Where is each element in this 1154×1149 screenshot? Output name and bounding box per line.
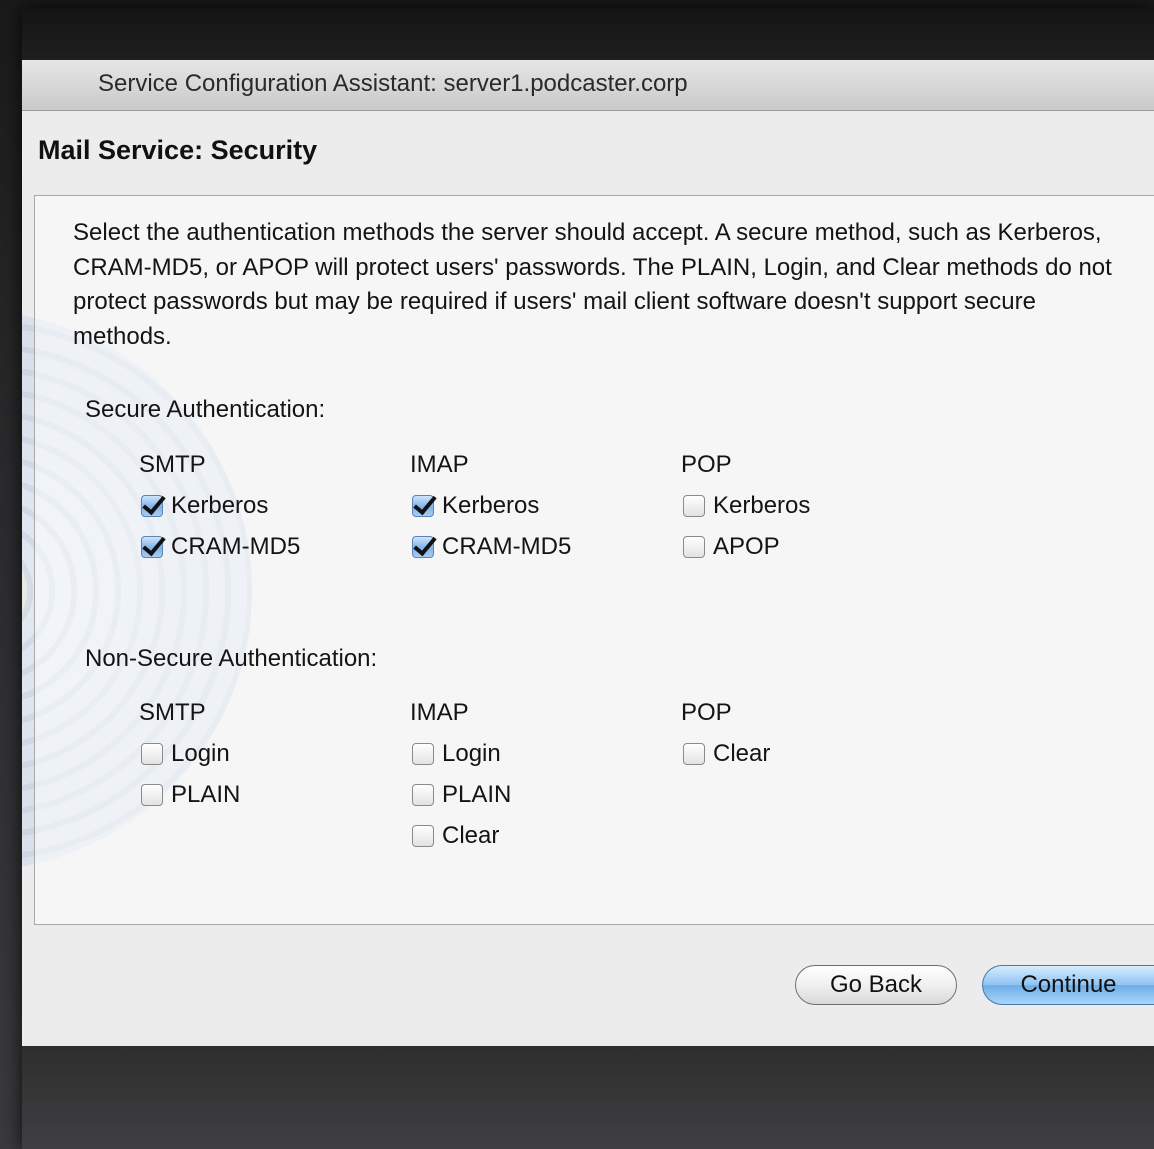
checkbox-label: Clear [442, 822, 500, 849]
nonsecure-imap-login-checkbox[interactable]: Login [412, 737, 501, 771]
checkbox-box[interactable] [412, 743, 434, 765]
checkbox-box[interactable] [141, 495, 163, 517]
page-title: Mail Service: Security [38, 135, 318, 165]
secure-imap-header: IMAP [410, 451, 469, 478]
secure-smtp-kerberos-checkbox[interactable]: Kerberos [141, 489, 268, 523]
checkbox-box[interactable] [141, 784, 163, 806]
checkbox-box[interactable] [412, 536, 434, 558]
window-title: Service Configuration Assistant: server1… [98, 70, 688, 97]
secure-smtp-header: SMTP [139, 451, 206, 478]
secure-pop-header: POP [681, 451, 732, 478]
checkbox-label: Kerberos [171, 492, 269, 519]
window-bottom-strip [22, 1046, 1154, 1149]
nonsecure-smtp-plain-checkbox[interactable]: PLAIN [141, 778, 240, 812]
checkbox-label: Kerberos [713, 492, 811, 519]
checkbox-box[interactable] [683, 536, 705, 558]
nonsecure-auth-label: Non-Secure Authentication: [85, 645, 378, 672]
secure-imap-kerberos-checkbox[interactable]: Kerberos [412, 489, 539, 523]
checkbox-label: CRAM-MD5 [442, 533, 572, 560]
checkbox-box[interactable] [412, 784, 434, 806]
title-bar[interactable]: Service Configuration Assistant: server1… [22, 60, 1154, 111]
assistant-body: Mail Service: Security Select the authen… [22, 111, 1154, 1046]
checkbox-label: CRAM-MD5 [171, 533, 301, 560]
checkbox-label: Login [442, 740, 501, 767]
instructions-text: Select the authentication methods the se… [73, 219, 1112, 350]
nonsecure-imap-plain-checkbox[interactable]: PLAIN [412, 778, 511, 812]
checkbox-box[interactable] [141, 743, 163, 765]
checkbox-box[interactable] [683, 743, 705, 765]
checkbox-label: PLAIN [171, 781, 241, 808]
checkbox-label: Clear [713, 740, 771, 767]
nonsecure-smtp-header: SMTP [139, 699, 206, 726]
security-options-panel: Select the authentication methods the se… [34, 195, 1154, 925]
assistant-window: Service Configuration Assistant: server1… [22, 8, 1154, 1149]
continue-button[interactable]: Continue [982, 965, 1154, 1005]
checkbox-box[interactable] [412, 495, 434, 517]
secure-imap-cram-md5-checkbox[interactable]: CRAM-MD5 [412, 530, 571, 564]
checkbox-label: APOP [713, 533, 780, 560]
go-back-button[interactable]: Go Back [795, 965, 957, 1005]
checkbox-label: Kerberos [442, 492, 540, 519]
window-top-strip [22, 8, 1154, 60]
secure-smtp-cram-md5-checkbox[interactable]: CRAM-MD5 [141, 530, 300, 564]
secure-pop-apop-checkbox[interactable]: APOP [683, 530, 780, 564]
secure-pop-kerberos-checkbox[interactable]: Kerberos [683, 489, 810, 523]
nonsecure-pop-clear-checkbox[interactable]: Clear [683, 737, 770, 771]
secure-auth-label: Secure Authentication: [85, 396, 326, 423]
checkbox-box[interactable] [683, 495, 705, 517]
nonsecure-pop-header: POP [681, 699, 732, 726]
nonsecure-imap-header: IMAP [410, 699, 469, 726]
nonsecure-imap-clear-checkbox[interactable]: Clear [412, 819, 499, 853]
checkbox-box[interactable] [412, 825, 434, 847]
checkbox-box[interactable] [141, 536, 163, 558]
nonsecure-smtp-login-checkbox[interactable]: Login [141, 737, 230, 771]
checkbox-label: PLAIN [442, 781, 512, 808]
checkbox-label: Login [171, 740, 230, 767]
